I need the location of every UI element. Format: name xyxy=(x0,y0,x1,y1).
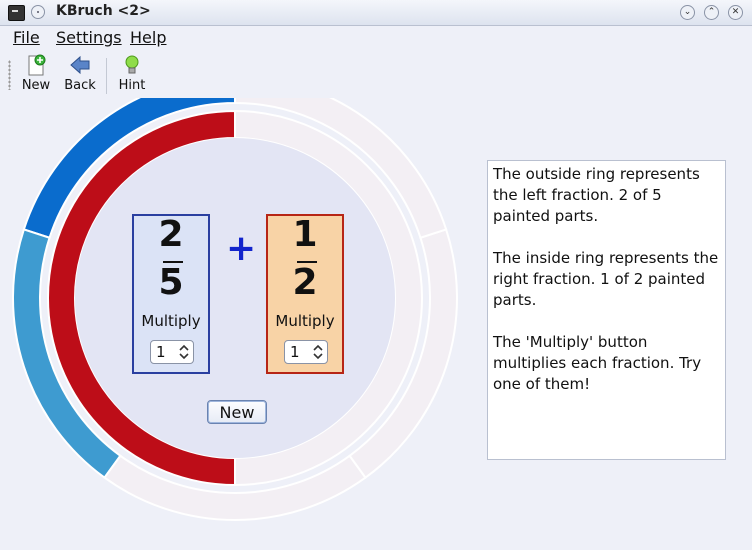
explanation-multiply: The 'Multiply' button multiplies each fr… xyxy=(493,333,702,393)
right-denominator: 2 xyxy=(292,262,318,303)
left-multiplier-value: 1 xyxy=(156,343,166,361)
toolbar: New Back Hint xyxy=(0,52,752,98)
toolbar-separator xyxy=(106,58,107,94)
left-multiply-label: Multiply xyxy=(141,312,201,330)
back-tool-button[interactable]: Back xyxy=(58,54,102,93)
menu-settings-label: Settings xyxy=(56,28,122,47)
pin-icon[interactable] xyxy=(31,5,45,19)
right-fraction-box: 1 2 Multiply 1 xyxy=(266,214,344,374)
minimize-icon[interactable]: ⌃ xyxy=(704,5,719,20)
menu-help[interactable]: Help xyxy=(130,28,166,47)
new-document-icon xyxy=(28,54,46,76)
window-title: KBruch <2> xyxy=(56,3,151,19)
menu-file[interactable]: File xyxy=(13,28,40,47)
explanation-outer: The outside ring represents the left fra… xyxy=(493,165,700,225)
left-denominator: 5 xyxy=(158,262,184,303)
window-menu-icon[interactable]: ⌄ xyxy=(680,5,695,20)
left-numerator: 2 xyxy=(158,214,184,255)
hint-tool-label: Hint xyxy=(118,78,146,93)
new-exercise-button[interactable]: New xyxy=(207,400,267,424)
right-multiplier-value: 1 xyxy=(290,343,300,361)
lightbulb-icon xyxy=(125,55,139,74)
exercise-area: 2 5 Multiply 1 + 1 2 Multiply 1 New The … xyxy=(0,98,752,550)
close-icon[interactable]: ✕ xyxy=(728,5,743,20)
toolbar-grip[interactable] xyxy=(8,60,11,90)
explanation-inner: The inside ring represents the right fra… xyxy=(493,249,719,309)
left-fraction-box: 2 5 Multiply 1 xyxy=(132,214,210,374)
hint-tool-button[interactable]: Hint xyxy=(110,54,154,93)
menu-file-label: File xyxy=(13,28,40,47)
menu-settings[interactable]: Settings xyxy=(56,28,122,47)
new-tool-button[interactable]: New xyxy=(14,54,58,93)
new-tool-label: New xyxy=(21,78,51,93)
menu-bar: File Settings Help xyxy=(0,26,752,50)
title-bar: KBruch <2> ⌄ ⌃ ✕ xyxy=(0,0,752,26)
new-exercise-label: New xyxy=(219,403,255,422)
left-multiply-spinbox[interactable]: 1 xyxy=(150,340,194,364)
right-multiply-label: Multiply xyxy=(275,312,335,330)
right-multiply-spinbox[interactable]: 1 xyxy=(284,340,328,364)
right-numerator: 1 xyxy=(292,214,318,255)
spin-arrows-icon[interactable] xyxy=(179,343,189,361)
operator-sign: + xyxy=(226,228,257,269)
spin-arrows-icon[interactable] xyxy=(313,343,323,361)
back-tool-label: Back xyxy=(64,78,96,93)
explanation-panel: The outside ring represents the left fra… xyxy=(487,160,726,460)
back-arrow-icon xyxy=(70,55,90,75)
menu-help-label: Help xyxy=(130,28,167,47)
app-menu-icon[interactable] xyxy=(8,5,25,21)
